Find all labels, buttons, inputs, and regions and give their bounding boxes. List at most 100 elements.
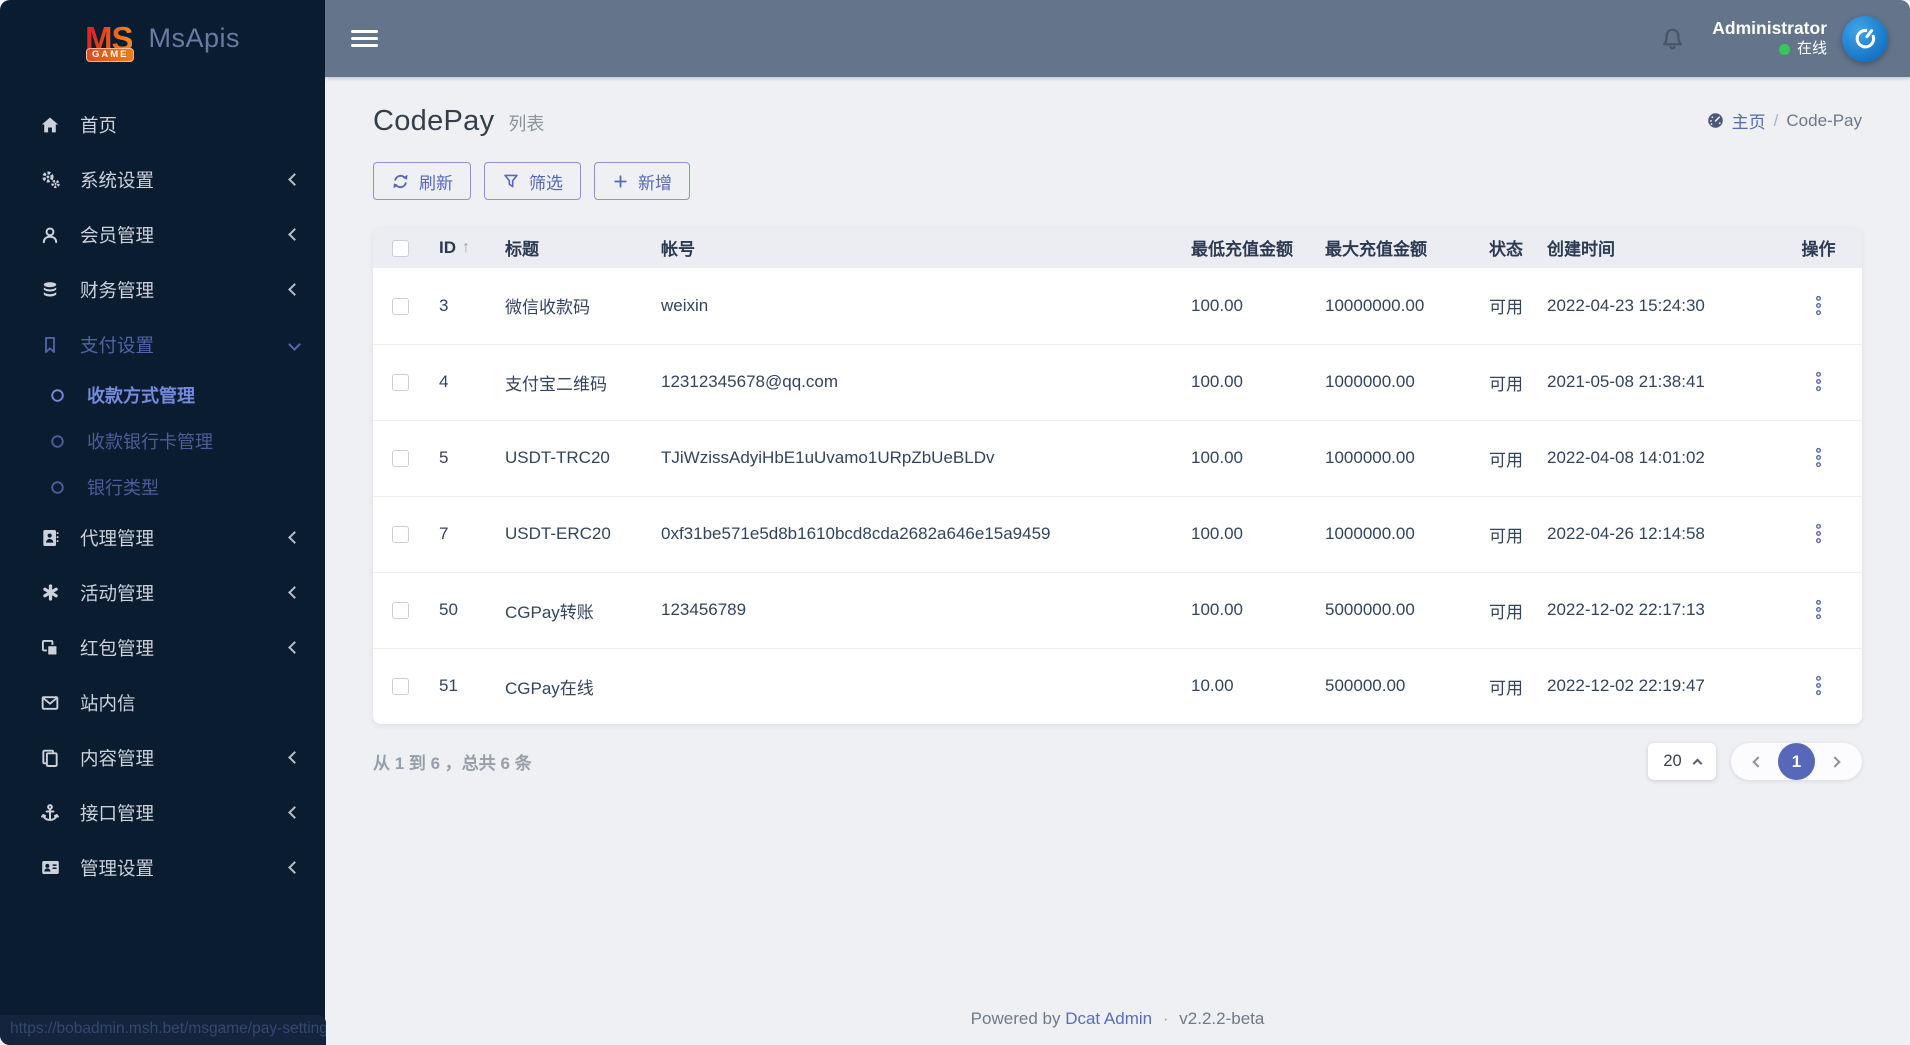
cell-id: 4 [429, 343, 495, 420]
sidebar-item-payment-settings[interactable]: 支付设置 [0, 317, 325, 372]
sidebar-subitem-bank-cards[interactable]: 收款银行卡管理 [0, 418, 325, 464]
brand-name: MsApis [148, 23, 240, 53]
logo-game-badge: GAME [85, 47, 135, 62]
row-actions-menu-icon[interactable] [1808, 671, 1829, 700]
cell-status: 可用 [1479, 495, 1537, 572]
current-page-button[interactable]: 1 [1778, 743, 1815, 780]
table-row: 7 USDT-ERC20 0xf31be571e5d8b1610bcd8cda268… [373, 495, 1862, 572]
row-actions-menu-icon[interactable] [1808, 291, 1829, 320]
cell-max-amount: 500000.00 [1315, 647, 1479, 724]
chevron-left-icon [288, 861, 301, 874]
breadcrumb-separator: / [1773, 110, 1779, 130]
row-checkbox[interactable] [392, 602, 409, 620]
refresh-button-label: 刷新 [419, 173, 453, 193]
breadcrumb-home-link[interactable]: 主页 [1706, 108, 1766, 133]
online-dot [1778, 43, 1790, 55]
cell-created-at: 2022-12-02 22:19:47 [1537, 647, 1775, 724]
sort-asc-icon[interactable]: ↑ [462, 239, 470, 257]
dcat-admin-link[interactable]: Dcat Admin [1065, 1009, 1152, 1028]
cell-max-amount: 1000000.00 [1315, 495, 1479, 572]
bell-icon[interactable] [1659, 25, 1686, 52]
brand[interactable]: MS GAME MsApis [0, 0, 325, 77]
sidebar-item-label: 红包管理 [80, 637, 155, 659]
column-account: 帐号 [651, 227, 1181, 268]
sidebar-item-label: 首页 [80, 114, 118, 136]
row-checkbox[interactable] [392, 297, 409, 315]
cell-status: 可用 [1489, 298, 1523, 318]
address-book-icon [38, 528, 62, 548]
table-body: 3 微信收款码 weixin 100.00 10000000.00 可用 2022-04-2… [373, 268, 1862, 724]
refresh-button[interactable]: 刷新 [373, 162, 471, 200]
per-page-value: 20 [1663, 752, 1682, 770]
cell-min-amount: 100.00 [1181, 571, 1315, 648]
user-icon [38, 225, 62, 245]
table-row: 50 CGPay转账 123456789 100.00 5000000.00 可用 2022… [373, 571, 1862, 648]
user-name: Administrator [1712, 18, 1827, 39]
avatar[interactable] [1842, 15, 1888, 62]
sidebar-item-api[interactable]: 接口管理 [0, 785, 325, 840]
add-button[interactable]: 新增 [594, 162, 690, 200]
sidebar-subitem-bank-types[interactable]: 银行类型 [0, 464, 325, 510]
sidebar-item-system-settings[interactable]: 系统设置 [0, 152, 325, 207]
sidebar-item-content[interactable]: 内容管理 [0, 730, 325, 785]
app-window: MS GAME MsApis 首页 系统设置 会员管理 财务管理 支付设置 收款… [0, 0, 1910, 1045]
cell-max-amount: 1000000.00 [1315, 419, 1479, 496]
envelope-icon [38, 693, 62, 713]
select-all-checkbox[interactable] [392, 239, 409, 257]
filter-button[interactable]: 筛选 [484, 162, 581, 200]
column-title: 标题 [495, 227, 651, 268]
content: CodePay 列表 主页 / Code-Pay 刷新 筛选 新增 ID ↑ 标… [325, 77, 1910, 1045]
per-page-select[interactable]: 20 [1648, 743, 1716, 780]
sidebar-subitem-payment-methods[interactable]: 收款方式管理 [0, 372, 325, 418]
sidebar-item-activities[interactable]: 活动管理 [0, 565, 325, 620]
sidebar-item-finance[interactable]: 财务管理 [0, 262, 325, 317]
cell-created-at: 2022-04-26 12:14:58 [1537, 495, 1775, 572]
cell-created-at: 2021-05-08 21:38:41 [1537, 343, 1775, 420]
row-checkbox[interactable] [392, 678, 409, 696]
next-page-button[interactable] [1823, 754, 1847, 770]
power-icon [1855, 28, 1875, 49]
main-area: Administrator 在线 CodePay 列表 主页 / Code-Pa… [325, 0, 1910, 1045]
gears-icon [38, 169, 62, 190]
sidebar-item-home[interactable]: 首页 [0, 97, 325, 152]
sidebar-item-agents[interactable]: 代理管理 [0, 510, 325, 565]
pager: 20 1 [1648, 743, 1862, 780]
row-actions-menu-icon[interactable] [1808, 443, 1829, 472]
cell-status: 可用 [1479, 647, 1537, 724]
row-checkbox[interactable] [392, 526, 409, 544]
sidebar-item-label: 接口管理 [80, 802, 155, 824]
row-actions-menu-icon[interactable] [1808, 367, 1829, 396]
home-icon [38, 115, 62, 135]
chevron-left-icon [288, 283, 301, 296]
page-title: CodePay [373, 105, 495, 137]
sidebar-subitem-label: 收款方式管理 [87, 386, 195, 406]
table-row: 5 USDT-TRC20 TJiWzissAdyiHbE1uUvamo1URpZbU… [373, 419, 1862, 496]
prev-page-button[interactable] [1746, 754, 1770, 770]
asterisk-icon [38, 583, 62, 602]
chevron-down-icon [288, 338, 301, 351]
row-actions-menu-icon[interactable] [1808, 519, 1829, 548]
cell-id: 3 [439, 295, 449, 315]
top-navbar: Administrator 在线 [325, 0, 1910, 77]
sidebar-item-members[interactable]: 会员管理 [0, 207, 325, 262]
pagination: 1 [1731, 743, 1862, 780]
chevron-left-icon [288, 173, 301, 186]
cell-account: weixin [661, 295, 709, 315]
sidebar-subitem-label: 收款银行卡管理 [87, 432, 213, 452]
cell-account [651, 647, 1181, 724]
data-table: ID ↑ 标题 帐号 最低充值金额 最大充值金额 状态 创建时间 操作 3 微信收款… [373, 227, 1862, 724]
sidebar-toggle-icon[interactable] [351, 26, 378, 51]
sidebar-item-red-packets[interactable]: 红包管理 [0, 620, 325, 675]
sidebar-item-admin-settings[interactable]: 管理设置 [0, 840, 325, 895]
cell-id: 7 [429, 495, 495, 572]
row-actions-menu-icon[interactable] [1808, 595, 1829, 624]
row-checkbox[interactable] [392, 374, 409, 392]
chevron-left-icon [288, 806, 301, 819]
cell-min-amount: 100.00 [1181, 495, 1315, 572]
row-checkbox[interactable] [392, 450, 409, 468]
column-id: ID ↑ [429, 227, 495, 268]
data-table-card: ID ↑ 标题 帐号 最低充值金额 最大充值金额 状态 创建时间 操作 3 微信收款… [373, 227, 1862, 724]
sidebar-item-site-messages[interactable]: 站内信 [0, 675, 325, 730]
page-subtitle: 列表 [508, 114, 545, 134]
id-card-icon [38, 857, 62, 878]
